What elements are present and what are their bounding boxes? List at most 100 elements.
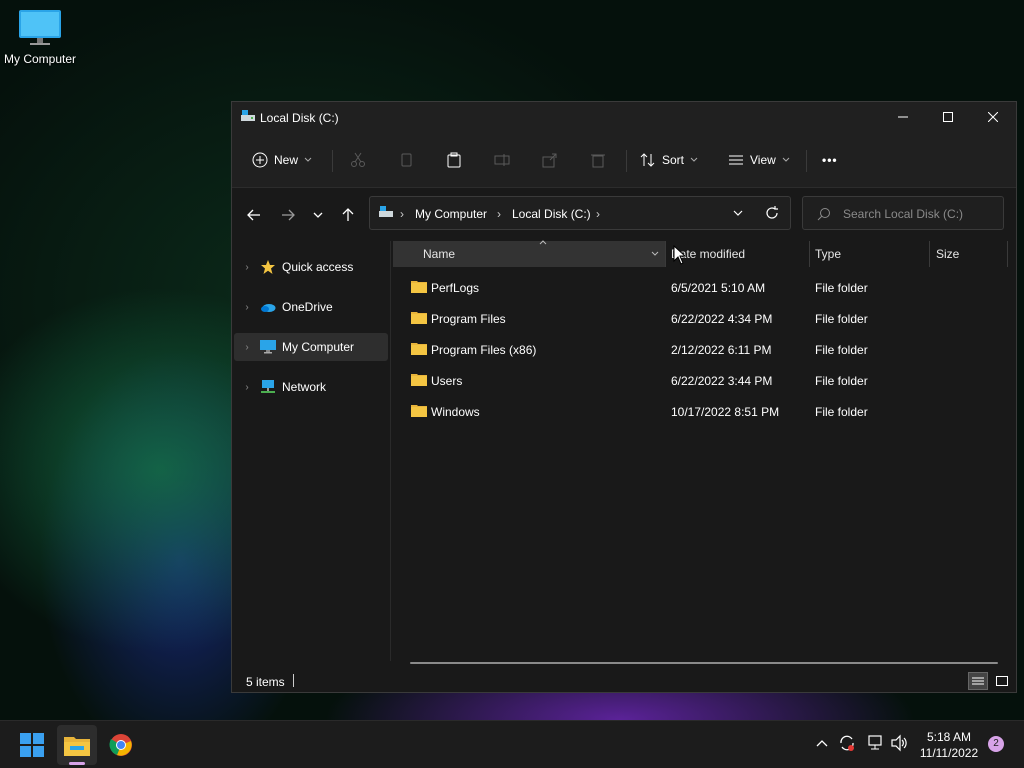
sidebar-item-label: Quick access	[282, 260, 354, 274]
taskbar-chrome[interactable]	[101, 725, 141, 765]
arrow-up-icon	[342, 208, 354, 221]
breadcrumb-local-disk[interactable]: Local Disk (C:)	[512, 207, 591, 221]
breadcrumb-separator: ›	[400, 207, 404, 221]
breadcrumb-separator: ›	[596, 207, 600, 221]
chevron-right-icon[interactable]: ›	[234, 382, 260, 393]
sync-icon[interactable]	[838, 734, 856, 752]
up-button[interactable]	[336, 204, 360, 226]
chrome-icon	[109, 734, 132, 756]
breadcrumb-my-computer[interactable]: My Computer	[415, 207, 487, 221]
sidebar-item-network[interactable]: › Network	[234, 373, 388, 401]
file-row[interactable]: PerfLogs 6/5/2021 5:10 AM File folder	[391, 272, 1001, 303]
close-button[interactable]	[970, 102, 1016, 132]
sidebar-item-onedrive[interactable]: › OneDrive	[234, 293, 388, 321]
file-name: Windows	[431, 405, 480, 419]
minimize-icon	[898, 116, 908, 118]
start-button[interactable]	[12, 725, 52, 765]
view-list-icon	[729, 155, 743, 165]
rename-button[interactable]	[494, 146, 510, 174]
search-placeholder: Search Local Disk (C:)	[843, 207, 964, 221]
file-row[interactable]: Program Files 6/22/2022 4:34 PM File fol…	[391, 303, 1001, 334]
rename-icon	[494, 154, 510, 166]
network-status-icon[interactable]	[866, 734, 884, 752]
sort-icon	[640, 153, 655, 167]
file-type: File folder	[815, 374, 868, 388]
folder-icon	[411, 405, 427, 417]
sidebar-item-quick-access[interactable]: › Quick access	[234, 253, 388, 281]
chevron-right-icon[interactable]: ›	[234, 262, 260, 273]
windows-logo-icon	[20, 733, 44, 757]
maximize-button[interactable]	[925, 102, 971, 132]
column-header-size[interactable]: Size	[936, 241, 959, 267]
column-divider[interactable]	[929, 241, 930, 267]
show-hidden-icons-chevron-icon[interactable]	[816, 739, 828, 747]
file-date: 6/22/2022 3:44 PM	[671, 374, 773, 388]
column-header-label: Type	[815, 247, 842, 261]
desktop-icon-my-computer[interactable]: My Computer	[0, 8, 80, 66]
window-title: Local Disk (C:)	[260, 111, 339, 125]
scissors-icon	[351, 152, 365, 167]
search-box[interactable]: Search Local Disk (C:)	[802, 196, 1004, 230]
arrow-left-icon	[247, 209, 260, 221]
share-icon	[542, 153, 557, 168]
clock-time: 5:18 AM	[926, 730, 972, 744]
file-date: 2/12/2022 6:11 PM	[671, 343, 772, 357]
file-type: File folder	[815, 405, 868, 419]
recent-locations-button[interactable]	[306, 204, 330, 226]
volume-icon[interactable]	[890, 734, 908, 752]
column-header-name[interactable]: Name	[393, 240, 665, 267]
sort-ascending-icon	[539, 240, 547, 245]
paste-button[interactable]	[446, 146, 462, 174]
refresh-icon[interactable]	[765, 206, 779, 220]
sort-button[interactable]: Sort	[640, 146, 698, 174]
minimize-button[interactable]	[880, 102, 926, 132]
taskbar-file-explorer[interactable]	[57, 725, 97, 765]
delete-button[interactable]	[590, 146, 606, 174]
cut-button[interactable]	[350, 146, 366, 174]
more-options-button[interactable]: •••	[822, 146, 838, 174]
file-list: Name Date modified Type Size PerfLogs 6/…	[390, 240, 1016, 661]
file-type: File folder	[815, 281, 868, 295]
copy-icon	[401, 153, 412, 167]
view-button[interactable]: View	[728, 146, 790, 174]
clipboard-icon	[447, 152, 461, 168]
file-date: 6/22/2022 4:34 PM	[671, 312, 773, 326]
chevron-right-icon[interactable]: ›	[234, 342, 260, 353]
sidebar-item-my-computer[interactable]: › My Computer	[234, 333, 388, 361]
title-bar[interactable]: Local Disk (C:)	[232, 102, 1016, 132]
computer-icon	[260, 340, 276, 354]
address-bar[interactable]: › My Computer › Local Disk (C:) ›	[369, 196, 791, 230]
chevron-right-icon[interactable]: ›	[234, 302, 260, 313]
sidebar-item-label: My Computer	[282, 340, 355, 354]
address-history-chevron-icon[interactable]	[733, 210, 743, 216]
copy-button[interactable]	[398, 146, 414, 174]
column-divider[interactable]	[1007, 241, 1008, 267]
file-row[interactable]: Windows 10/17/2022 8:51 PM File folder	[391, 396, 1001, 427]
navigation-pane: › Quick access › OneDrive › My Computer …	[232, 241, 390, 661]
details-view-button[interactable]	[968, 672, 988, 690]
file-date: 10/17/2022 8:51 PM	[671, 405, 780, 419]
column-divider[interactable]	[809, 241, 810, 267]
drive-icon	[241, 110, 255, 121]
horizontal-scrollbar[interactable]	[410, 662, 998, 664]
clock-date: 11/11/2022	[919, 746, 979, 760]
column-header-type[interactable]: Type	[815, 241, 841, 267]
toolbar-divider	[626, 150, 627, 172]
back-button[interactable]	[242, 204, 266, 226]
large-icons-view-button[interactable]	[992, 672, 1012, 690]
new-button[interactable]: New	[252, 146, 312, 174]
share-button[interactable]	[542, 146, 558, 174]
notification-badge[interactable]: 2	[988, 736, 1004, 752]
forward-button[interactable]	[276, 204, 300, 226]
file-row[interactable]: Program Files (x86) 2/12/2022 6:11 PM Fi…	[391, 334, 1001, 365]
chevron-down-icon	[313, 212, 323, 218]
chevron-down-icon	[782, 157, 790, 162]
column-divider[interactable]	[665, 241, 666, 267]
view-label: View	[750, 153, 776, 167]
large-icons-view-icon	[996, 676, 1008, 686]
toolbar-divider	[332, 150, 333, 172]
system-clock[interactable]: 5:18 AM 11/11/2022	[916, 729, 982, 761]
column-dropdown-chevron-icon[interactable]	[651, 251, 659, 257]
chevron-down-icon	[690, 157, 698, 162]
file-row[interactable]: Users 6/22/2022 3:44 PM File folder	[391, 365, 1001, 396]
